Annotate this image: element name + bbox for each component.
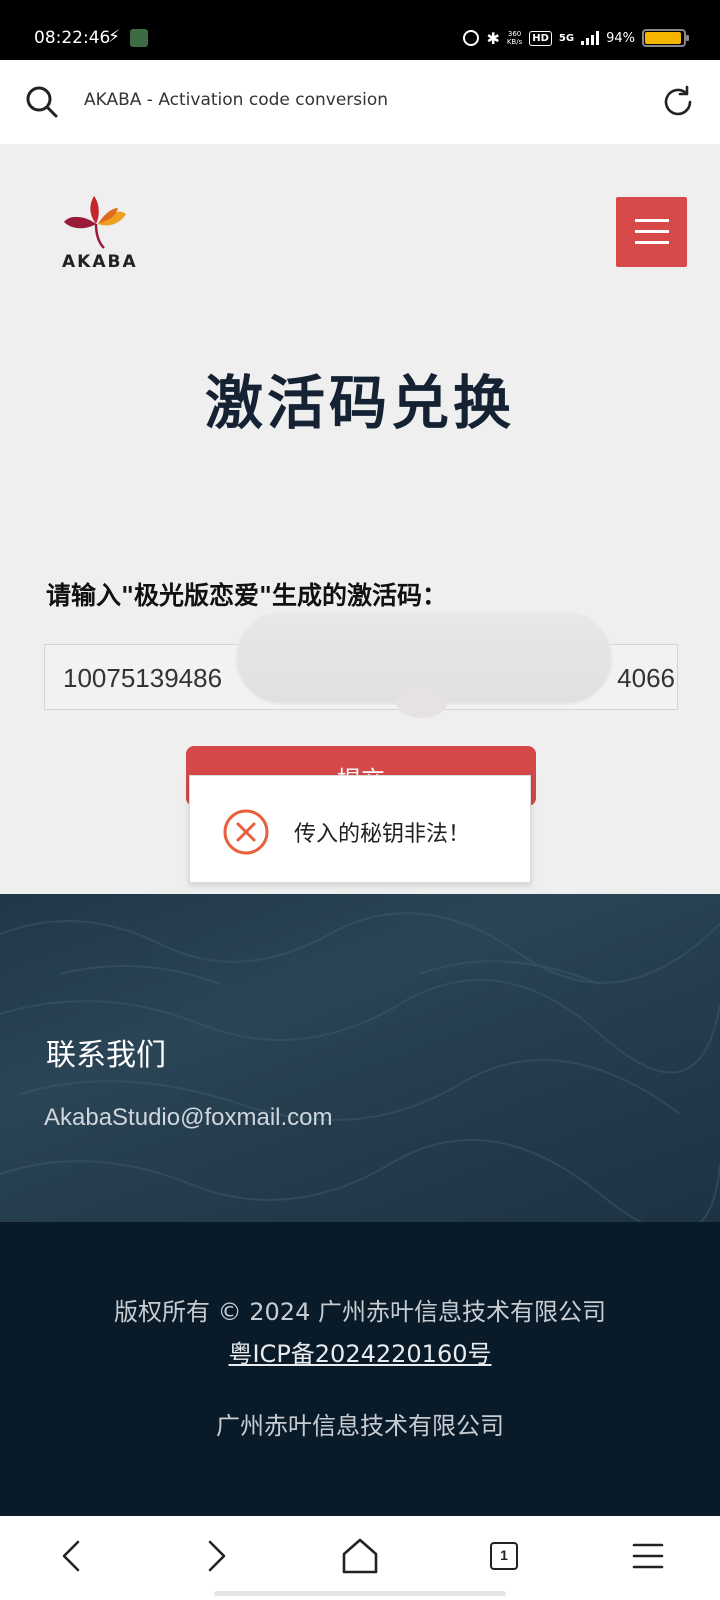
footer: 版权所有 © 2024 广州赤叶信息技术有限公司 粤ICP备2024220160… [0, 1222, 720, 1516]
contact-title: 联系我们 [46, 1038, 166, 1073]
network-type: 5G [558, 32, 575, 44]
contact-section: 联系我们 AkabaStudio@foxmail.com [0, 894, 720, 1222]
code-value-prefix: 10075139486 [63, 663, 223, 693]
clock: 08:22:46 [34, 28, 111, 48]
search-icon[interactable] [24, 84, 60, 120]
hamburger-menu-button[interactable] [616, 197, 687, 267]
reload-icon[interactable] [660, 84, 696, 120]
alarm-icon [463, 30, 480, 46]
status-icons: ✱ 360 KB/s HD 5G 94% [463, 26, 689, 50]
menu-icon[interactable] [626, 1534, 670, 1578]
redaction-overlay-tail [396, 686, 448, 718]
company-name: 广州赤叶信息技术有限公司 [216, 1412, 504, 1440]
home-icon[interactable] [338, 1534, 382, 1578]
tabs-icon[interactable]: 1 [482, 1534, 526, 1578]
icp-link-wrap: 粤ICP备2024220160号 [0, 1334, 720, 1369]
contact-email-link[interactable]: AkabaStudio@foxmail.com [44, 1104, 333, 1132]
error-x-icon [223, 809, 269, 855]
signal-icon [581, 31, 600, 45]
hd-icon: HD [529, 30, 552, 46]
home-indicator[interactable] [214, 1591, 506, 1596]
copyright-text: 版权所有 © 2024 广州赤叶信息技术有限公司 [114, 1298, 606, 1326]
app-notification-icon [130, 29, 148, 47]
tab-count: 1 [490, 1542, 518, 1570]
status-bar: 08:22:46 ⚡ ✱ 360 KB/s HD 5G 94% [0, 0, 720, 60]
logo-text: AKABA [62, 252, 138, 272]
battery-percent: 94% [606, 30, 635, 46]
network-speed-value: 360 [507, 30, 522, 38]
back-icon[interactable] [50, 1534, 94, 1578]
network-speed-unit: KB/s [506, 38, 523, 46]
error-toast: 传入的秘钥非法！ [189, 775, 531, 883]
toast-message: 传入的秘钥非法！ [294, 822, 471, 847]
forward-icon[interactable] [194, 1534, 238, 1578]
network-speed: 360 KB/s [507, 30, 522, 46]
battery-icon [642, 29, 689, 47]
icp-link[interactable]: 粤ICP备2024220160号 [228, 1340, 491, 1368]
code-input-label: 请输入"极光版恋爱"生成的激活码： [46, 581, 448, 610]
address-text[interactable]: AKABA - Activation code conversion [84, 90, 388, 110]
browser-address-bar[interactable]: AKABA - Activation code conversion [0, 60, 720, 144]
charging-icon: ⚡ [108, 27, 120, 47]
code-value-suffix: 4066 [617, 663, 675, 693]
bluetooth-icon: ✱ [486, 28, 500, 48]
browser-bottom-nav: 1 [0, 1516, 720, 1600]
page-title: 激活码兑换 [204, 369, 515, 437]
